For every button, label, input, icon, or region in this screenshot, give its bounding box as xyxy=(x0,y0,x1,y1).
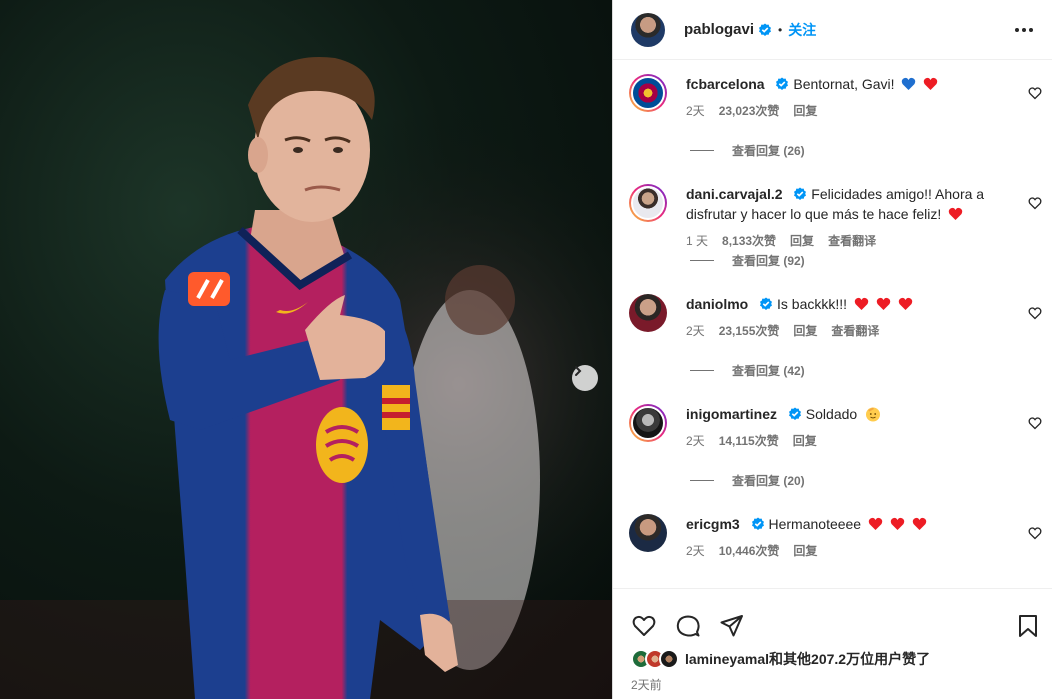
commenter-avatar[interactable] xyxy=(629,404,667,442)
verified-badge-icon xyxy=(776,77,789,90)
commenter-avatar[interactable] xyxy=(629,294,667,332)
red-heart-icon xyxy=(912,517,927,530)
red-heart-icon xyxy=(924,77,938,90)
commenter-username[interactable]: daniolmo xyxy=(686,296,748,312)
translate-button[interactable]: 查看翻译 xyxy=(831,321,879,341)
replies-divider xyxy=(690,370,714,371)
next-photo-button[interactable] xyxy=(572,365,598,391)
follow-button[interactable]: 关注 xyxy=(788,20,816,40)
reply-button[interactable]: 回复 xyxy=(790,231,814,251)
post-media[interactable] xyxy=(0,0,612,699)
commenter-username[interactable]: dani.carvajal.2 xyxy=(686,186,783,202)
comment-item: daniolmo Is backkk!!! 2天 23,155次赞 回复 查看翻… xyxy=(613,280,1052,390)
commenter-avatar[interactable] xyxy=(629,74,667,112)
blue-heart-icon xyxy=(902,77,916,90)
comment-time: 2天 xyxy=(686,104,705,118)
red-heart-icon xyxy=(854,297,869,310)
reply-button[interactable]: 回复 xyxy=(793,541,817,561)
reply-button[interactable]: 回复 xyxy=(793,101,817,121)
post-panel: pablogavi • 关注 fcbarcelona Bentornat, Ga… xyxy=(612,0,1052,699)
comment-item: inigomartinez Soldado 2天 14,115次赞 回复 查看回… xyxy=(613,390,1052,500)
comment-item: ericgm3 Hermanoteeee 2天 10,446次赞 回复 xyxy=(613,500,1052,588)
view-replies-label: 查看回复 (92) xyxy=(732,254,805,268)
comment-text: Hermanoteeee xyxy=(768,516,862,532)
commenter-avatar[interactable] xyxy=(629,184,667,222)
comment-time: 1 天 xyxy=(686,234,709,248)
commenter-username[interactable]: ericgm3 xyxy=(686,516,740,532)
author-username[interactable]: pablogavi xyxy=(684,21,754,38)
bookmark-icon[interactable] xyxy=(1015,613,1041,639)
like-comment-icon[interactable] xyxy=(1028,306,1042,320)
view-replies-label: 查看回复 (20) xyxy=(732,474,805,488)
reply-button[interactable]: 回复 xyxy=(793,321,817,341)
saluting-face-icon xyxy=(866,407,881,422)
comments-list[interactable]: fcbarcelona Bentornat, Gavi! 2天 23,023次赞… xyxy=(613,60,1052,588)
view-replies-button[interactable]: 查看回复 (42) xyxy=(690,362,805,379)
red-heart-icon xyxy=(868,517,883,530)
comment-time: 2天 xyxy=(686,434,705,448)
comment-item: fcbarcelona Bentornat, Gavi! 2天 23,023次赞… xyxy=(613,60,1052,170)
comment-bubble-icon[interactable] xyxy=(675,613,701,639)
comment-time: 2天 xyxy=(686,324,705,338)
comment-likes[interactable]: 14,115次赞 xyxy=(719,431,779,451)
more-horizontal-icon xyxy=(1015,27,1033,32)
verified-badge-icon xyxy=(794,187,807,200)
view-replies-label: 查看回复 (42) xyxy=(732,364,805,378)
replies-divider xyxy=(690,260,714,261)
comment-item: dani.carvajal.2 Felicidades amigo!! Ahor… xyxy=(613,170,1052,280)
post-header: pablogavi • 关注 xyxy=(613,0,1052,60)
comment-text: Soldado xyxy=(805,406,858,422)
post-timestamp: 2天前 xyxy=(631,678,662,692)
red-heart-icon xyxy=(898,297,912,310)
verified-badge-icon xyxy=(788,407,801,420)
commenter-avatar[interactable] xyxy=(629,514,667,552)
comment-likes[interactable]: 10,446次赞 xyxy=(719,541,780,561)
red-heart-icon xyxy=(876,297,891,310)
replies-divider xyxy=(690,480,714,481)
verified-badge-icon xyxy=(751,517,764,530)
like-comment-icon[interactable] xyxy=(1028,196,1042,210)
view-replies-button[interactable]: 查看回复 (26) xyxy=(690,142,805,159)
reply-button[interactable]: 回复 xyxy=(793,431,817,451)
liked-by-row[interactable]: lamineyamal和其他207.2万位用户赞了 xyxy=(613,647,1052,671)
view-replies-button[interactable]: 查看回复 (20) xyxy=(690,472,805,489)
view-replies-label: 查看回复 (26) xyxy=(732,144,805,158)
comment-text: Is backkk!!! xyxy=(777,296,848,312)
comment-likes[interactable]: 8,133次赞 xyxy=(722,231,776,251)
verified-badge-icon xyxy=(760,297,773,310)
liked-by-text: lamineyamal和其他207.2万位用户赞了 xyxy=(685,651,931,667)
post-photo xyxy=(0,0,612,699)
paper-plane-icon[interactable] xyxy=(719,613,745,639)
red-heart-icon xyxy=(890,517,905,530)
comment-time: 2天 xyxy=(686,544,705,558)
author-avatar[interactable] xyxy=(631,12,665,47)
post-actions: lamineyamal和其他207.2万位用户赞了 2天前 xyxy=(613,588,1052,699)
comment-text: Bentornat, Gavi! xyxy=(793,76,895,92)
liker-avatar xyxy=(659,649,679,669)
view-replies-button[interactable]: 查看回复 (92) xyxy=(690,252,805,269)
replies-divider xyxy=(690,150,714,151)
like-comment-icon[interactable] xyxy=(1028,416,1042,430)
heart-outline-icon[interactable] xyxy=(631,613,657,639)
comment-likes[interactable]: 23,155次赞 xyxy=(719,321,780,341)
commenter-username[interactable]: fcbarcelona xyxy=(686,76,765,92)
red-heart-icon xyxy=(948,207,963,220)
like-comment-icon[interactable] xyxy=(1028,86,1042,100)
chevron-right-icon xyxy=(575,366,582,376)
verified-badge-icon xyxy=(759,23,772,36)
translate-button[interactable]: 查看翻译 xyxy=(828,231,876,251)
more-options-button[interactable] xyxy=(1012,18,1036,42)
separator-dot: • xyxy=(778,22,783,37)
commenter-username[interactable]: inigomartinez xyxy=(686,406,777,422)
comment-likes[interactable]: 23,023次赞 xyxy=(719,101,780,121)
like-comment-icon[interactable] xyxy=(1028,526,1042,540)
